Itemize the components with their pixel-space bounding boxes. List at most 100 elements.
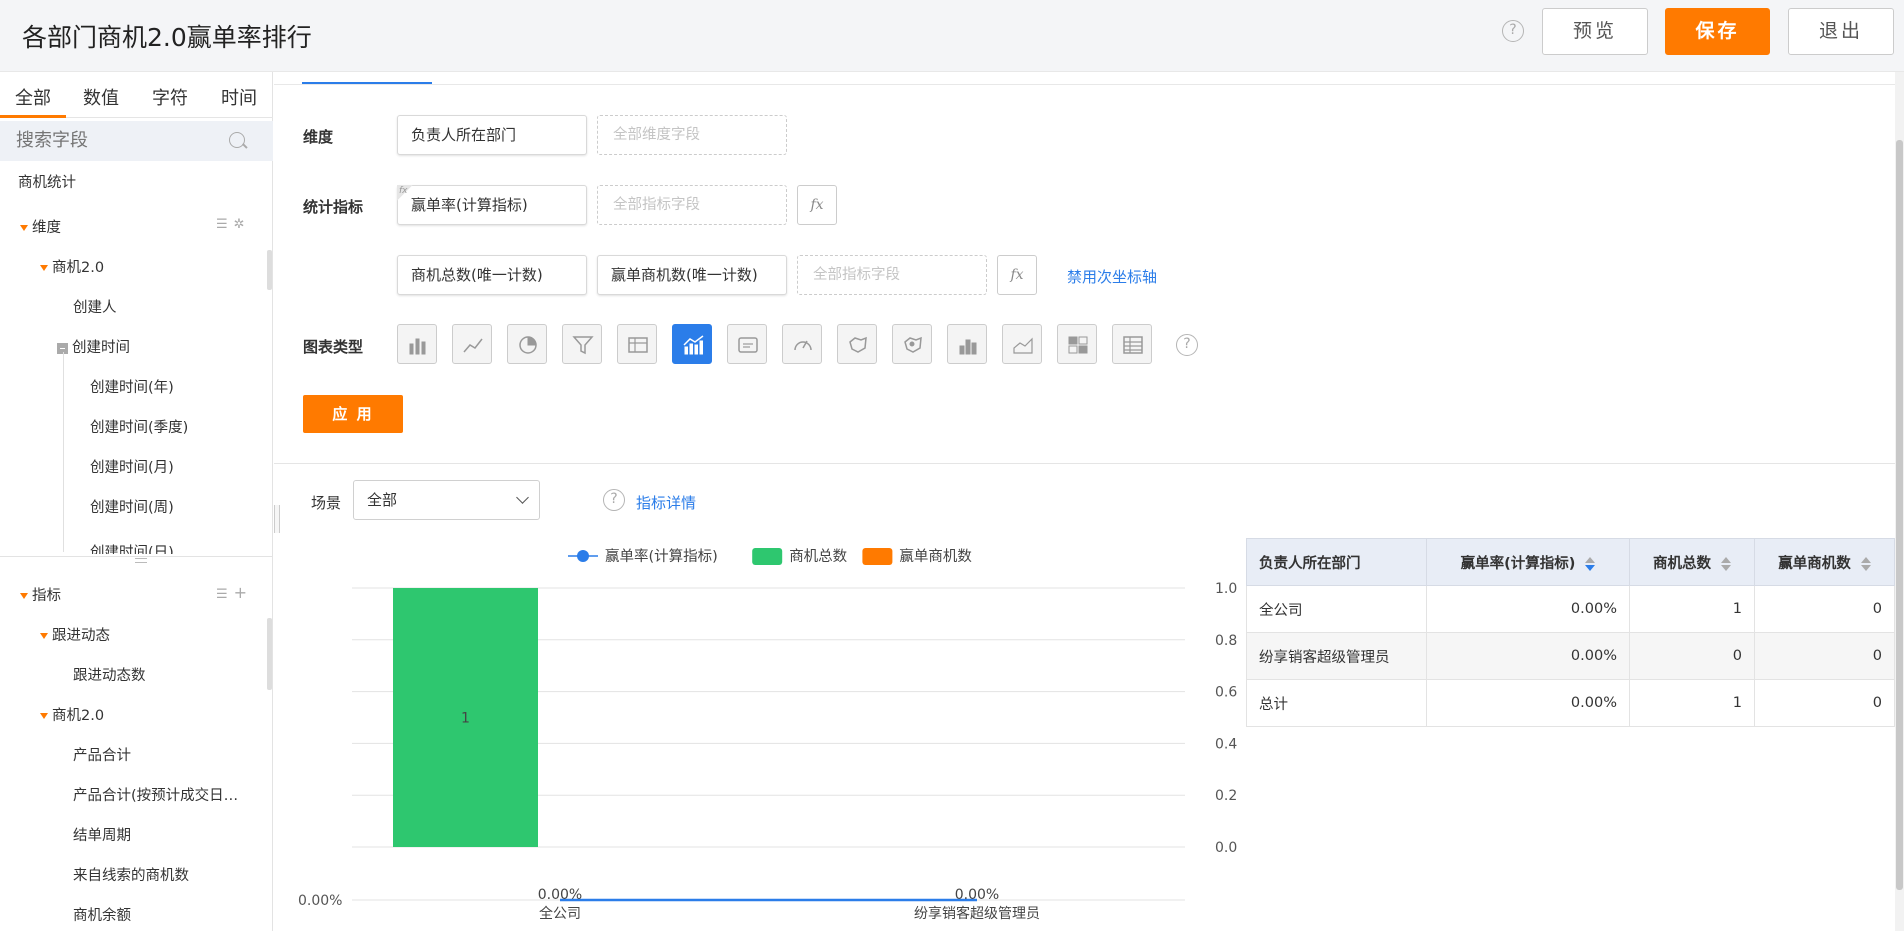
line-data-label: 0.00% <box>538 887 582 903</box>
caret-down-icon <box>40 633 48 639</box>
tree-item-created-month[interactable]: 创建时间(月) <box>90 456 174 477</box>
tree-item-followup-count[interactable]: 跟进动态数 <box>73 664 146 685</box>
add-icon[interactable]: + <box>234 583 253 602</box>
tree-item-label: 商机2.0 <box>52 260 105 276</box>
tree-item-opportunity[interactable]: 商机2.0 <box>40 256 104 277</box>
dimension-group-label: 维度 <box>32 220 61 236</box>
tree-item-close-cycle[interactable]: 结单周期 <box>73 824 131 845</box>
dimension-chip[interactable]: 负责人所在部门 <box>397 115 587 155</box>
line-chart-icon[interactable] <box>452 324 492 364</box>
tree-item-product-total-by-date[interactable]: 产品合计(按预计成交日… <box>73 784 238 805</box>
tab-string[interactable]: 字符 <box>152 84 188 110</box>
area-chart-icon[interactable] <box>1002 324 1042 364</box>
stacked-bar-icon[interactable] <box>947 324 987 364</box>
tree-item-product-total[interactable]: 产品合计 <box>73 744 131 765</box>
sort-icon[interactable] <box>1721 556 1731 571</box>
tree-item-created-day[interactable]: 创建时间(日) <box>90 541 174 554</box>
tree-item-created-time[interactable]: 创建时间 <box>57 336 130 357</box>
sort-icon[interactable] <box>1860 556 1871 571</box>
tree-item-label: 商机2.0 <box>52 708 105 724</box>
save-button[interactable]: 保存 <box>1665 8 1770 55</box>
scene-select[interactable]: 全部 <box>353 480 540 520</box>
secondary-metric-chip-1[interactable]: 商机总数(唯一计数) <box>397 255 587 295</box>
scatter-map-icon[interactable] <box>892 324 932 364</box>
help-icon[interactable]: ? <box>1502 20 1524 42</box>
card-icon[interactable] <box>727 324 767 364</box>
metric-detail-help-icon[interactable]: ? <box>603 489 625 511</box>
field-panel: 全部 数值 字符 时间 商机统计 维度 ☰✲ 商机2.0 创建人 创建时间 创建… <box>0 72 273 931</box>
search-input[interactable] <box>16 130 216 151</box>
tab-time[interactable]: 时间 <box>221 84 257 110</box>
gauge-icon[interactable] <box>782 324 822 364</box>
tree-item-balance[interactable]: 商机余额 <box>73 904 131 925</box>
tree-item-creator[interactable]: 创建人 <box>73 296 117 317</box>
tab-all[interactable]: 全部 <box>15 84 51 110</box>
secondary-metric-drop-zone[interactable]: 全部指标字段 <box>797 255 987 295</box>
combo-chart-icon[interactable] <box>672 324 712 364</box>
legend-bar-swatch <box>862 548 893 565</box>
drag-handle-icon[interactable] <box>135 558 147 563</box>
metric-group[interactable]: 指标 <box>20 584 61 605</box>
dimension-tools[interactable]: ☰✲ <box>216 217 251 232</box>
page-scrollbar-thumb[interactable] <box>1896 140 1903 890</box>
field-search <box>0 121 273 161</box>
metric-tools[interactable]: ☰+ <box>216 583 253 602</box>
table-icon[interactable] <box>617 324 657 364</box>
tree-item-created-quarter[interactable]: 创建时间(季度) <box>90 416 188 437</box>
tree-item-created-year[interactable]: 创建时间(年) <box>90 376 174 397</box>
metric-scrollbar[interactable] <box>267 618 272 690</box>
metric-detail-link[interactable]: 指标详情 <box>636 492 696 513</box>
table-cell: 纷享销客超级管理员 <box>1246 632 1427 680</box>
legend-marker-swatch <box>577 550 589 562</box>
dimension-group[interactable]: 维度 <box>20 216 61 237</box>
secondary-formula-button[interactable]: fx <box>997 255 1037 295</box>
search-icon[interactable] <box>229 132 245 148</box>
column-header-win-rate[interactable]: 赢单率(计算指标) <box>1426 538 1630 586</box>
column-header-won[interactable]: 赢单商机数 <box>1754 538 1895 586</box>
tree-item-from-leads[interactable]: 来自线索的商机数 <box>73 864 189 885</box>
y-axis-tick-label: 0.8 <box>1215 633 1237 649</box>
heatmap-icon[interactable] <box>1057 324 1097 364</box>
table-cell: 0.00% <box>1426 632 1630 680</box>
table-cell: 0 <box>1629 632 1755 680</box>
panel-splitter[interactable] <box>0 556 273 557</box>
list-icon[interactable]: ☰ <box>216 587 234 602</box>
column-header-department[interactable]: 负责人所在部门 <box>1246 538 1427 586</box>
tree-item-label: 创建时间 <box>72 340 130 356</box>
fx-badge-icon: fx <box>397 185 413 201</box>
section-divider <box>274 463 1895 464</box>
preview-button[interactable]: 预览 <box>1542 8 1648 55</box>
disable-secondary-axis-link[interactable]: 禁用次坐标轴 <box>1067 266 1157 287</box>
funnel-chart-icon[interactable] <box>562 324 602 364</box>
tree-item-followup[interactable]: 跟进动态 <box>40 624 110 645</box>
sort-icon[interactable] <box>1585 556 1596 571</box>
metric-drop-zone[interactable]: 全部指标字段 <box>597 185 787 225</box>
column-header-total[interactable]: 商机总数 <box>1629 538 1755 586</box>
table-cell: 0.00% <box>1426 585 1630 633</box>
pie-chart-icon[interactable] <box>507 324 547 364</box>
tab-number[interactable]: 数值 <box>83 84 119 110</box>
map-icon[interactable] <box>837 324 877 364</box>
dimension-scrollbar[interactable] <box>267 250 272 290</box>
formula-button[interactable]: fx <box>797 185 837 225</box>
page-scrollbar[interactable] <box>1895 72 1904 931</box>
table-header-row: 负责人所在部门 赢单率(计算指标) 商机总数 赢单商机数 <box>1246 538 1895 586</box>
bar-chart-icon[interactable] <box>397 324 437 364</box>
tree-item-opportunity-metrics[interactable]: 商机2.0 <box>40 704 104 725</box>
chevron-down-icon <box>516 491 529 504</box>
gear-icon[interactable]: ✲ <box>234 217 251 232</box>
dimension-drop-zone[interactable]: 全部维度字段 <box>597 115 787 155</box>
secondary-metric-chip-2[interactable]: 赢单商机数(唯一计数) <box>597 255 787 295</box>
chart-type-help-icon[interactable]: ? <box>1176 334 1198 356</box>
list-icon[interactable]: ☰ <box>216 217 234 232</box>
exit-button[interactable]: 退出 <box>1788 8 1894 55</box>
pivot-table-icon[interactable] <box>1112 324 1152 364</box>
metric-chip[interactable]: fx 赢单率(计算指标) <box>397 185 587 225</box>
legend-bar-swatch <box>752 548 783 565</box>
caret-down-icon <box>40 713 48 719</box>
tree-item-created-week[interactable]: 创建时间(周) <box>90 496 174 517</box>
line-data-label: 0.00% <box>955 887 999 903</box>
apply-button[interactable]: 应 用 <box>303 395 403 433</box>
column-header-label: 负责人所在部门 <box>1259 555 1361 572</box>
table-cell: 1 <box>1629 679 1755 727</box>
